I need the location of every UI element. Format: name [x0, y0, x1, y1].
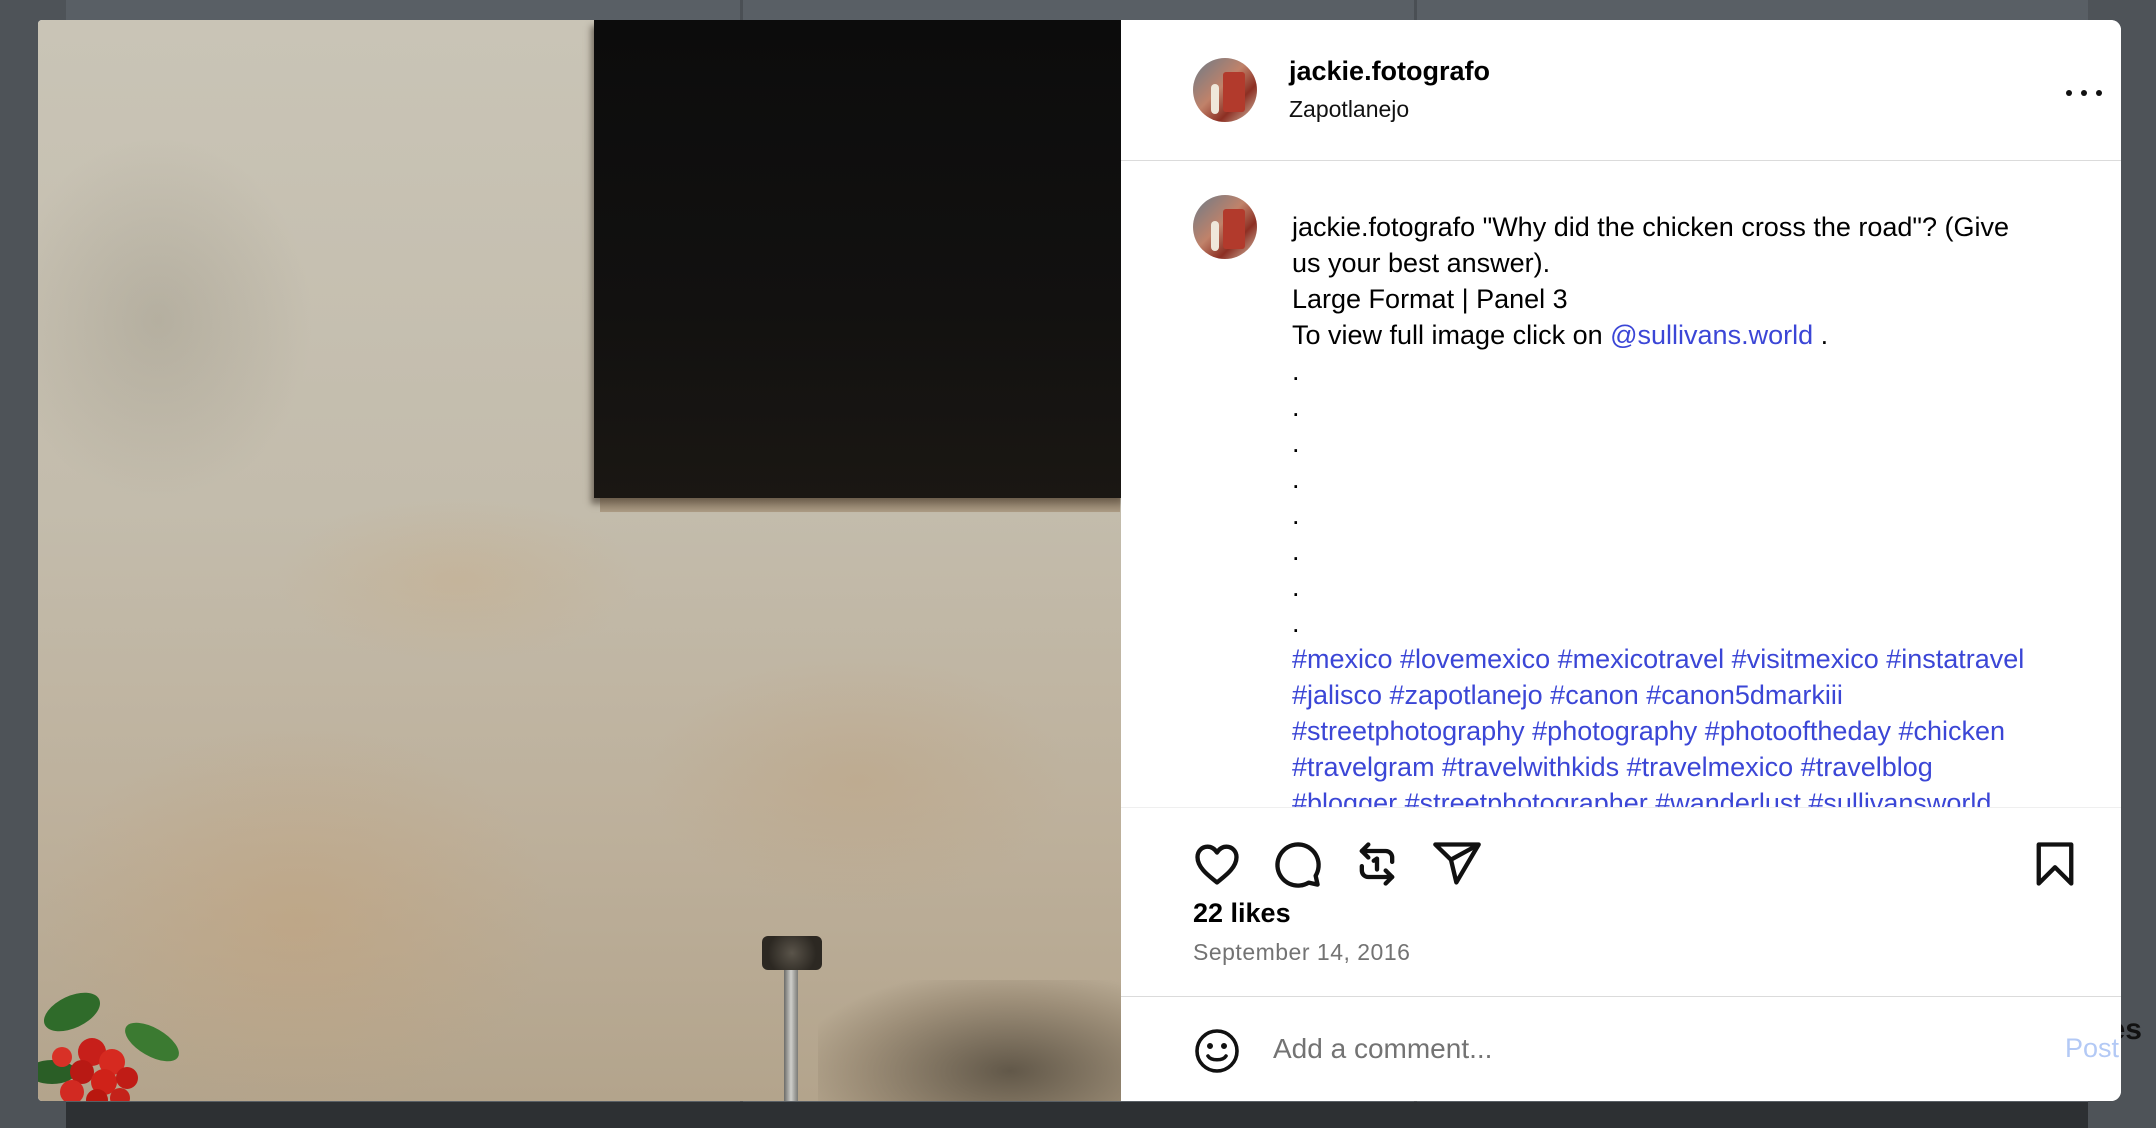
- mention-link[interactable]: @sullivans.world: [1610, 320, 1813, 350]
- post-date[interactable]: September 14, 2016: [1193, 939, 1410, 966]
- caption-text: "Why did the chicken cross the road"? (G…: [1475, 212, 2010, 242]
- comment-bar: Post: [1121, 996, 2121, 1101]
- caption-line: To view full image click on @sullivans.w…: [1292, 317, 2092, 353]
- photo-window-sill: [600, 498, 1120, 512]
- hashtag-line[interactable]: #travelgram #travelwithkids #travelmexic…: [1292, 749, 2092, 785]
- caption-line: Large Format | Panel 3: [1292, 284, 1568, 314]
- caption-username[interactable]: jackie.fotografo: [1292, 212, 1475, 242]
- hashtag-line[interactable]: #blogger #streetphotographer #wanderlust…: [1292, 785, 2092, 807]
- photo-flowers: [38, 992, 179, 1101]
- feed-background-bottom: [66, 1102, 2088, 1128]
- more-dot: [2096, 90, 2102, 96]
- bookmark-icon[interactable]: [2029, 838, 2081, 890]
- post-photo[interactable]: [38, 20, 1121, 1101]
- paper-plane-icon[interactable]: [1431, 838, 1483, 890]
- avatar-detail: [1211, 84, 1219, 114]
- caption-area[interactable]: jackie.fotografo "Why did the chicken cr…: [1121, 161, 2121, 807]
- caption-dot: .: [1292, 608, 1300, 638]
- caption-dot: .: [1292, 392, 1300, 422]
- caption-dot: .: [1292, 572, 1300, 602]
- post-modal: jackie.fotografo Zapotlanejo jackie.foto…: [38, 20, 2121, 1101]
- avatar-detail: [1223, 209, 1245, 249]
- more-options-icon[interactable]: [2066, 88, 2102, 98]
- caption-dot: .: [1292, 464, 1300, 494]
- avatar-detail: [1223, 72, 1245, 112]
- caption-text: To view full image click on: [1292, 320, 1611, 350]
- caption-line: us your best answer).: [1292, 248, 1551, 278]
- likes-count[interactable]: 22 likes: [1193, 898, 1291, 929]
- hashtag-line[interactable]: #streetphotography #photography #photoof…: [1292, 713, 2092, 749]
- hashtag-line[interactable]: #mexico #lovemexico #mexicotravel #visit…: [1292, 641, 2092, 677]
- avatar[interactable]: [1193, 58, 1257, 122]
- hashtag-line[interactable]: #jalisco #zapotlanejo #canon #canon5dmar…: [1292, 677, 2092, 713]
- caption: jackie.fotografo "Why did the chicken cr…: [1292, 209, 2092, 807]
- caption-avatar[interactable]: [1193, 195, 1257, 259]
- emoji-smile-icon[interactable]: [1193, 1027, 1241, 1075]
- avatar-detail: [1211, 221, 1219, 251]
- photo-faucet: [762, 936, 822, 970]
- caption-line: jackie.fotografo "Why did the chicken cr…: [1292, 209, 2092, 245]
- more-dot: [2081, 90, 2087, 96]
- more-dot: [2066, 90, 2072, 96]
- post-comment-button[interactable]: Post: [2065, 1033, 2119, 1064]
- post-side-panel: jackie.fotografo Zapotlanejo jackie.foto…: [1121, 20, 2121, 1101]
- photo-dark-window: [594, 20, 1121, 498]
- caption-text: .: [1813, 320, 1829, 350]
- repost-icon[interactable]: [1351, 838, 1403, 890]
- photo-pipe: [784, 970, 798, 1101]
- caption-dot: .: [1292, 356, 1300, 386]
- caption-dot: .: [1292, 536, 1300, 566]
- comment-input[interactable]: [1273, 1025, 1973, 1073]
- header-username[interactable]: jackie.fotografo: [1289, 56, 1490, 87]
- heart-icon[interactable]: [1191, 838, 1243, 890]
- action-bar: [1121, 807, 2121, 888]
- comment-bubble-icon[interactable]: [1271, 838, 1323, 890]
- header-location[interactable]: Zapotlanejo: [1289, 96, 1409, 123]
- caption-dot: .: [1292, 428, 1300, 458]
- caption-dot: .: [1292, 500, 1300, 530]
- photo-wall-stain: [818, 980, 1121, 1101]
- post-header: jackie.fotografo Zapotlanejo: [1121, 20, 2121, 161]
